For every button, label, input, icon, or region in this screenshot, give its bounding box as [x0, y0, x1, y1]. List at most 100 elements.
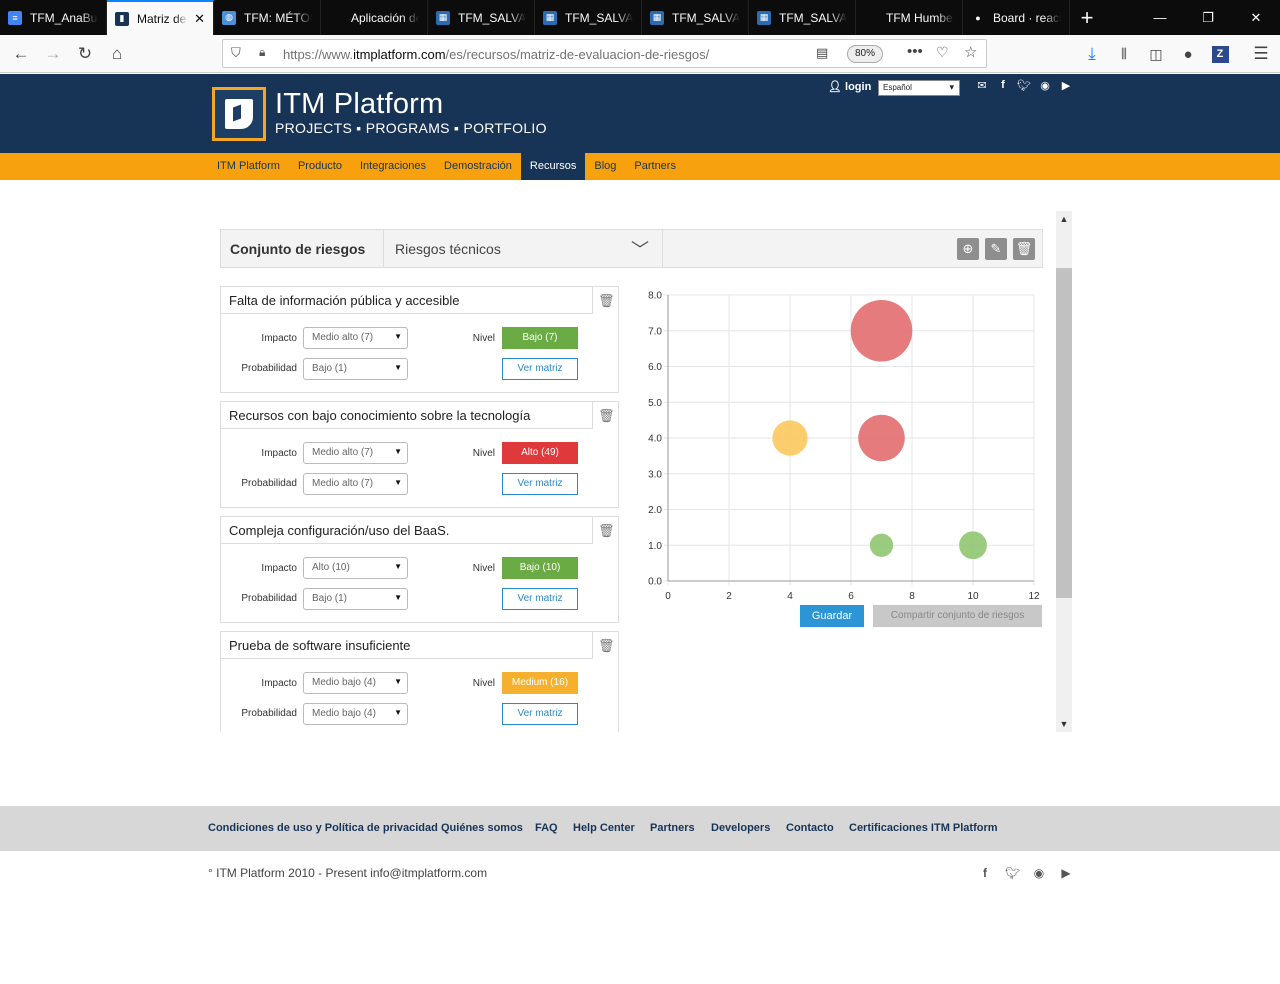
probability-label: Probabilidad — [241, 478, 297, 489]
browser-tab[interactable]: ▮ Matriz de ✕ — [107, 0, 214, 35]
share-risk-set-button[interactable]: Compartir conjunto de riesgos — [873, 605, 1042, 627]
rss-icon[interactable]: ◉ — [1038, 79, 1052, 92]
impact-select[interactable]: Medio bajo (4) — [303, 672, 408, 694]
menu-item[interactable]: Demostración — [435, 153, 521, 180]
impact-select[interactable]: Medio alto (7) — [303, 327, 408, 349]
lock-icon[interactable]: 🔒︎ — [259, 45, 265, 60]
probability-select[interactable]: Bajo (1) — [303, 358, 408, 380]
chevron-down-icon[interactable]: ﹀ — [631, 236, 649, 262]
menu-icon[interactable]: ☰ — [1248, 41, 1274, 67]
reload-icon[interactable]: ↻ — [72, 41, 98, 67]
view-matrix-button[interactable]: Ver matriz — [502, 703, 578, 725]
footer-link[interactable]: FAQ — [535, 822, 558, 834]
browser-tab[interactable]: ▦ TFM_SALVAD — [535, 0, 642, 35]
youtube-icon[interactable]: ▶ — [1059, 866, 1073, 880]
impact-select[interactable]: Medio alto (7) — [303, 442, 408, 464]
back-icon[interactable]: ← — [8, 41, 34, 67]
menu-item[interactable]: Blog — [585, 153, 625, 180]
footer-link[interactable]: Condiciones de uso y Política de privaci… — [208, 822, 438, 834]
footer-social-links: f 🐦︎ ◉ ▶ — [978, 866, 1073, 880]
minimize-icon[interactable]: — — [1136, 0, 1184, 35]
browser-tab[interactable]: ▦ TFM_SALVAD — [642, 0, 749, 35]
bookmark-star-icon[interactable]: ☆ — [964, 43, 977, 61]
sidebar-icon[interactable]: ◫ — [1143, 41, 1169, 67]
url-bar[interactable]: ⛉ 🔒︎ https://www.itmplatform.com/es/recu… — [222, 39, 987, 68]
footer-link[interactable]: Developers — [711, 822, 770, 834]
email-icon[interactable]: ✉ — [975, 79, 989, 92]
rss-icon[interactable]: ◉ — [1032, 866, 1046, 880]
footer-link[interactable]: Contacto — [786, 822, 834, 834]
probability-select[interactable]: Medio alto (7) — [303, 473, 408, 495]
risk-title[interactable]: Compleja configuración/uso del BaaS. — [221, 517, 593, 544]
downloads-icon[interactable]: ⤓ — [1079, 41, 1105, 67]
zotero-icon[interactable]: Z — [1207, 41, 1233, 67]
trash-icon[interactable]: 🗑︎ — [598, 523, 615, 539]
header-social-links: ✉ f 🐦︎ ◉ ▶ — [975, 79, 1073, 92]
scroll-up-icon[interactable]: ▲ — [1056, 211, 1072, 227]
risk-title[interactable]: Falta de información pública y accesible — [221, 287, 593, 314]
menu-item[interactable]: Recursos — [520, 153, 586, 180]
login-link[interactable]: 👤︎ login — [828, 80, 871, 93]
risk-title[interactable]: Prueba de software insuficiente — [221, 632, 593, 659]
trash-icon[interactable]: 🗑︎ — [598, 638, 615, 654]
x-tick-label: 4 — [787, 591, 793, 602]
browser-tab[interactable]: ≡ TFM_AnaBu — [0, 0, 107, 35]
brand-name[interactable]: ITM Platform — [275, 88, 443, 121]
footer-link[interactable]: Partners — [650, 822, 695, 834]
browser-tab[interactable]: Aplicación de M — [321, 0, 428, 35]
risk-bubble — [772, 420, 808, 456]
risk-set-select[interactable]: Riesgos técnicos — [395, 241, 501, 257]
language-select[interactable]: Español — [878, 80, 960, 96]
twitter-icon[interactable]: 🐦︎ — [1017, 79, 1031, 92]
footer-link[interactable]: Quiénes somos — [441, 822, 523, 834]
itm-logo-icon[interactable] — [212, 87, 266, 141]
trash-icon[interactable]: 🗑︎ — [598, 408, 615, 424]
menu-item[interactable]: Producto — [289, 153, 351, 180]
page-actions-icon[interactable]: ••• — [907, 43, 923, 60]
pocket-icon[interactable]: ♡ — [936, 44, 949, 61]
scroll-down-icon[interactable]: ▼ — [1056, 716, 1072, 732]
zoom-indicator[interactable]: 80% — [847, 45, 884, 63]
home-icon[interactable]: ⌂ — [104, 41, 130, 67]
brand-tagline: PROJECTS ▪ PROGRAMS ▪ PORTFOLIO — [275, 120, 547, 136]
browser-tab[interactable]: ▦ TFM_SALVAD — [749, 0, 856, 35]
facebook-icon[interactable]: f — [978, 866, 992, 880]
edit-icon[interactable]: ✎ — [985, 238, 1007, 260]
menu-item[interactable]: Partners — [625, 153, 685, 180]
impact-select[interactable]: Alto (10) — [303, 557, 408, 579]
scrollbar-thumb[interactable] — [1056, 268, 1072, 598]
view-matrix-button[interactable]: Ver matriz — [502, 358, 578, 380]
browser-tab[interactable]: TFM Humberto — [856, 0, 963, 35]
menu-item[interactable]: ITM Platform — [208, 153, 289, 180]
account-icon[interactable]: ● — [1175, 41, 1201, 67]
probability-select[interactable]: Bajo (1) — [303, 588, 408, 610]
view-matrix-button[interactable]: Ver matriz — [502, 473, 578, 495]
probability-select[interactable]: Medio bajo (4) — [303, 703, 408, 725]
add-icon[interactable]: ⊕ — [957, 238, 979, 260]
close-window-icon[interactable]: ✕ — [1232, 0, 1280, 35]
view-matrix-button[interactable]: Ver matriz — [502, 588, 578, 610]
risk-bubble — [850, 299, 913, 362]
forward-icon[interactable]: → — [40, 41, 66, 67]
url-text[interactable]: https://www.itmplatform.com/es/recursos/… — [283, 47, 709, 62]
risk-title[interactable]: Recursos con bajo conocimiento sobre la … — [221, 402, 593, 429]
trash-icon[interactable]: 🗑︎ — [598, 293, 615, 309]
reader-view-icon[interactable]: ▤ — [816, 45, 828, 61]
menu-item[interactable]: Integraciones — [351, 153, 435, 180]
twitter-icon[interactable]: 🐦︎ — [1005, 866, 1020, 880]
new-tab-icon[interactable]: + — [1070, 0, 1104, 35]
facebook-icon[interactable]: f — [996, 79, 1010, 92]
save-button[interactable]: Guardar — [800, 605, 864, 627]
app-scrollbar[interactable]: ▲ ▼ — [1056, 211, 1072, 732]
browser-tab[interactable]: ● Board · react — [963, 0, 1070, 35]
restore-icon[interactable]: ❐ — [1184, 0, 1232, 35]
trash-icon[interactable]: 🗑︎ — [1013, 238, 1035, 260]
browser-tab[interactable]: ◍ TFM: MÉTOD — [214, 0, 321, 35]
library-icon[interactable]: ⫼ — [1111, 41, 1137, 67]
footer-link[interactable]: Help Center — [573, 822, 635, 834]
browser-tab[interactable]: ▦ TFM_SALVAD — [428, 0, 535, 35]
footer-link[interactable]: Certificaciones ITM Platform — [849, 822, 998, 834]
youtube-icon[interactable]: ▶ — [1059, 79, 1073, 92]
close-tab-icon[interactable]: ✕ — [194, 11, 205, 27]
tracking-shield-icon[interactable]: ⛉ — [231, 45, 241, 61]
